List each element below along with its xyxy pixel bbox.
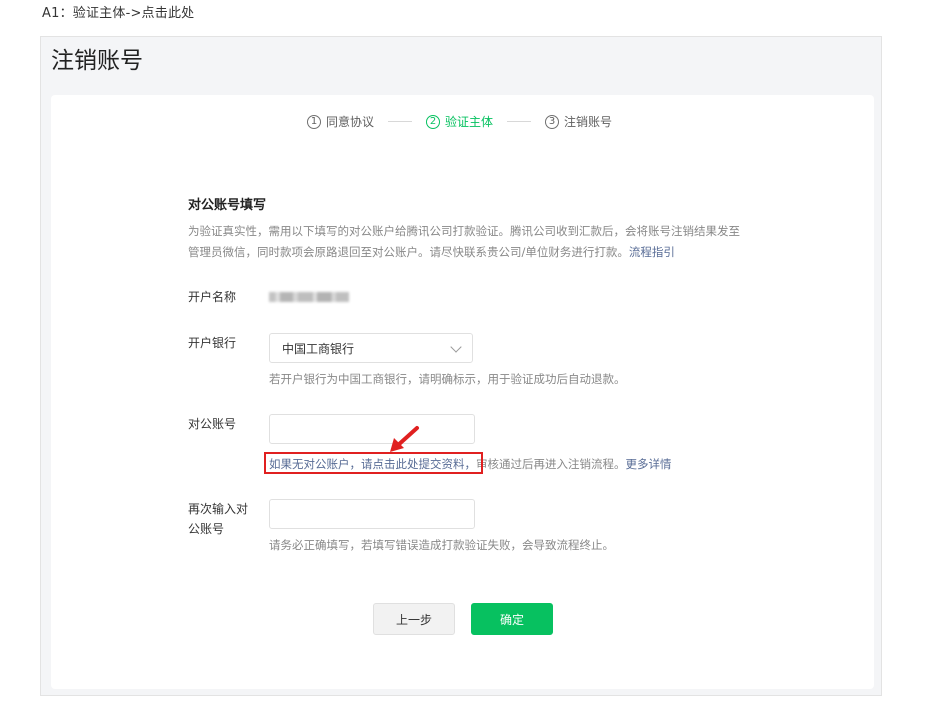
step-verify: 2 验证主体 bbox=[426, 113, 493, 130]
annotation-highlight-box bbox=[264, 452, 483, 474]
confirm-account-input[interactable] bbox=[269, 499, 475, 529]
confirm-account-hint: 请务必正确填写，若填写错误造成打款验证失败，会导致流程终止。 bbox=[269, 538, 614, 552]
account-name-value-wrap bbox=[269, 287, 349, 305]
account-hint-text: 审核通过后再进入注销流程。 bbox=[476, 457, 626, 471]
step-label: 同意协议 bbox=[326, 115, 375, 129]
step-agree: 1 同意协议 bbox=[307, 113, 374, 130]
step-label: 验证主体 bbox=[445, 115, 494, 129]
form-card: 1 同意协议 2 验证主体 3 注销账号 bbox=[51, 95, 874, 689]
account-input[interactable] bbox=[269, 414, 475, 444]
section-description: 为验证真实性，需用以下填写的对公账户给腾讯公司打款验证。腾讯公司收到汇款后，会将… bbox=[188, 221, 740, 263]
annotation-arrow-icon bbox=[390, 426, 419, 452]
confirm-account-label: 再次输入对 公账号 bbox=[188, 499, 258, 539]
bank-hint: 若开户银行为中国工商银行，请明确标示，用于验证成功后自动退款。 bbox=[269, 372, 626, 386]
step-label: 注销账号 bbox=[564, 115, 613, 129]
account-name-value-blurred bbox=[269, 292, 349, 302]
step-divider bbox=[507, 121, 532, 122]
step-cancel: 3 注销账号 bbox=[545, 113, 612, 130]
account-body bbox=[269, 414, 475, 444]
step-divider bbox=[388, 121, 413, 122]
step-number: 3 bbox=[545, 114, 560, 129]
step-number: 2 bbox=[426, 114, 441, 129]
confirm-account-label-line1: 再次输入对 bbox=[188, 502, 249, 516]
process-guide-link[interactable]: 流程指引 bbox=[629, 245, 675, 259]
confirm-account-label-line2: 公账号 bbox=[188, 522, 225, 536]
step-number: 1 bbox=[307, 114, 321, 129]
confirm-account-body: 请务必正确填写，若填写错误造成打款验证失败，会导致流程终止。 bbox=[269, 499, 614, 553]
account-label: 对公账号 bbox=[188, 417, 237, 431]
annotation-note: A1：验证主体->点击此处 bbox=[42, 6, 195, 21]
section-intro: 对公账号填写 为验证真实性，需用以下填写的对公账户给腾讯公司打款验证。腾讯公司收… bbox=[188, 194, 748, 263]
more-details-link[interactable]: 更多详情 bbox=[626, 457, 672, 471]
bank-label: 开户银行 bbox=[188, 336, 237, 350]
bank-select-value: 中国工商银行 bbox=[282, 341, 355, 356]
page-title: 注销账号 bbox=[51, 48, 143, 74]
account-name-label: 开户名称 bbox=[188, 290, 237, 304]
bank-body: 中国工商银行 若开户银行为中国工商银行，请明确标示，用于验证成功后自动退款。 bbox=[269, 333, 626, 387]
bank-select[interactable]: 中国工商银行 bbox=[269, 333, 473, 363]
section-title: 对公账号填写 bbox=[188, 198, 267, 213]
chevron-down-icon bbox=[450, 341, 462, 353]
confirm-button[interactable]: 确定 bbox=[471, 603, 553, 635]
previous-step-button[interactable]: 上一步 bbox=[373, 603, 455, 635]
stepper: 1 同意协议 2 验证主体 3 注销账号 bbox=[307, 113, 612, 130]
